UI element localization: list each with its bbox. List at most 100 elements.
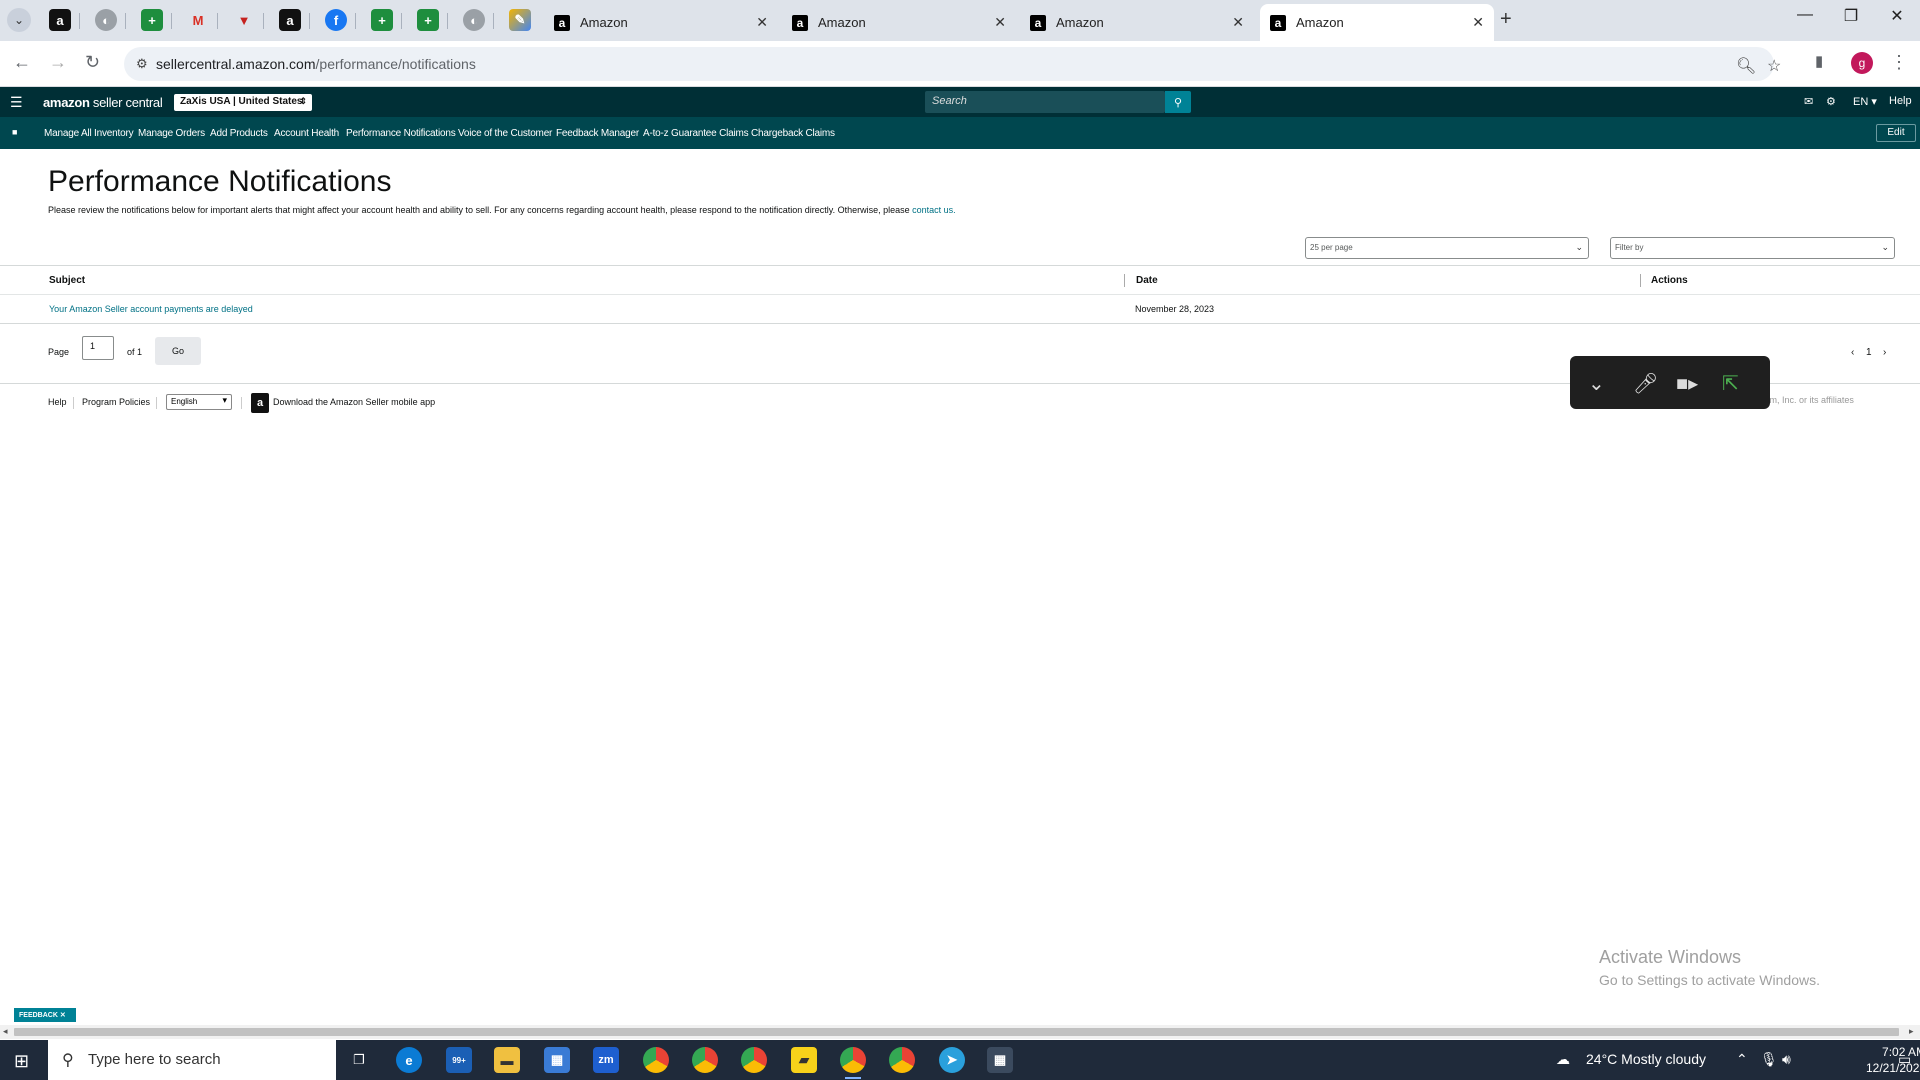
nav-voice-of-the-customer[interactable]: Voice of the Customer — [458, 128, 552, 139]
nav-manage-all-inventory[interactable]: Manage All Inventory — [44, 128, 134, 139]
profile-avatar[interactable]: g — [1851, 52, 1873, 74]
pinned-tab-amazon-icon[interactable]: a — [49, 9, 71, 31]
share-screen-icon[interactable]: ⇱ — [1722, 371, 1739, 396]
mail-app-icon[interactable]: 99+ — [446, 1047, 472, 1073]
tab-search-dropdown-icon[interactable]: ⌄ — [7, 8, 31, 32]
pinned-tab-sheets-icon-2[interactable]: + — [371, 9, 393, 31]
tab-amazon-3[interactable]: a Amazon ✕ — [1020, 4, 1254, 41]
pinned-tab-globe-icon-2[interactable]: ◐ — [463, 9, 485, 31]
pinned-tab-app-icon[interactable]: ✎ — [509, 9, 531, 31]
collapse-chevron-icon[interactable]: ⌄ — [1588, 371, 1605, 396]
weather-text[interactable]: 24°C Mostly cloudy — [1586, 1051, 1706, 1067]
nav-add-products[interactable]: Add Products — [210, 128, 268, 139]
tab-amazon-2[interactable]: a Amazon ✕ — [782, 4, 1016, 41]
footer-language-select[interactable]: English ▾ — [166, 394, 232, 410]
new-tab-icon[interactable]: + — [1500, 8, 1512, 31]
current-page-number[interactable]: 1 — [1866, 347, 1872, 358]
scroll-right-icon[interactable]: ▸ — [1909, 1026, 1914, 1037]
pinned-tab-amazon-icon-2[interactable]: a — [279, 9, 301, 31]
marketplace-switcher[interactable]: ZaXis USA | United States ⇕ — [174, 94, 312, 111]
page-number-input[interactable]: 1 — [82, 336, 114, 360]
pinned-tab-red-icon[interactable]: ▼ — [233, 9, 255, 31]
help-link[interactable]: Help — [1889, 95, 1912, 107]
file-explorer-icon[interactable]: ▬ — [494, 1047, 520, 1073]
pinned-tab-sheets-icon[interactable]: + — [141, 9, 163, 31]
camera-icon[interactable]: ■▸ — [1676, 371, 1698, 396]
edge-icon[interactable]: e — [396, 1047, 422, 1073]
chrome-icon-1[interactable] — [643, 1047, 669, 1073]
scrollbar-thumb[interactable] — [14, 1028, 1899, 1036]
footer-program-policies-link[interactable]: Program Policies — [82, 397, 150, 407]
seller-central-logo[interactable]: amazon seller central — [43, 95, 163, 110]
notification-subject-link[interactable]: Your Amazon Seller account payments are … — [49, 304, 253, 314]
filter-by-select[interactable]: Filter by ⌄ — [1610, 237, 1895, 259]
tab-amazon-1[interactable]: a Amazon ✕ — [544, 4, 778, 41]
forward-icon[interactable]: → — [49, 52, 67, 73]
back-icon[interactable]: ← — [13, 52, 31, 73]
go-button[interactable]: Go — [155, 337, 201, 365]
edit-nav-button[interactable]: Edit — [1876, 124, 1916, 142]
language-selector[interactable]: EN ▾ — [1853, 95, 1877, 108]
site-info-icon[interactable]: ⚙ — [136, 56, 152, 72]
nav-account-health[interactable]: Account Health — [274, 128, 339, 139]
pinned-tab-sheets-icon-3[interactable]: + — [417, 9, 439, 31]
contact-us-link[interactable]: contact us. — [912, 205, 956, 215]
taskbar-search-box[interactable]: ⚲ Type here to search — [48, 1040, 336, 1080]
chrome-icon-active[interactable] — [840, 1047, 866, 1079]
pinned-tab-facebook-icon[interactable]: f — [325, 9, 347, 31]
close-tab-icon[interactable]: ✕ — [994, 14, 1006, 31]
nav-performance-notifications[interactable]: Performance Notifications — [346, 128, 456, 139]
close-window-icon[interactable]: ✕ — [1874, 6, 1920, 26]
chrome-icon-4[interactable] — [889, 1047, 915, 1073]
settings-gear-icon[interactable]: ⚙ — [1826, 95, 1836, 108]
nav-a-to-z-claims[interactable]: A-to-z Guarantee Claims — [643, 128, 749, 139]
microphone-tray-icon[interactable]: 🎙︎ — [1760, 1051, 1778, 1068]
column-date[interactable]: Date — [1136, 275, 1158, 286]
volume-icon[interactable]: 🔊︎ — [1782, 1051, 1791, 1068]
telegram-icon[interactable]: ➤ — [939, 1047, 965, 1073]
column-subject[interactable]: Subject — [49, 275, 85, 286]
bookmark-icon[interactable]: ■ — [12, 127, 17, 137]
close-tab-icon[interactable]: ✕ — [1472, 14, 1484, 31]
pinned-tab-globe-icon[interactable]: ◐ — [95, 9, 117, 31]
side-panel-icon[interactable]: ▮ — [1815, 52, 1823, 70]
pinned-tab-gmail-icon[interactable]: M — [187, 9, 209, 31]
restore-icon[interactable]: ❐ — [1828, 6, 1874, 26]
scroll-left-icon[interactable]: ◂ — [3, 1026, 8, 1037]
browser-menu-icon[interactable]: ⋮ — [1890, 52, 1908, 73]
store-icon[interactable]: ▦ — [544, 1047, 570, 1073]
bookmark-star-icon[interactable]: ☆ — [1767, 56, 1781, 76]
mail-icon[interactable]: ✉ — [1804, 95, 1813, 108]
sticky-notes-icon[interactable]: ▰ — [791, 1047, 817, 1073]
chrome-icon-2[interactable] — [692, 1047, 718, 1073]
search-button-icon[interactable]: ⚲ — [1165, 91, 1191, 113]
windows-start-icon[interactable]: ⊞ — [14, 1051, 29, 1072]
nav-manage-orders[interactable]: Manage Orders — [138, 128, 205, 139]
zoom-app-icon[interactable]: zm — [593, 1047, 619, 1073]
download-app-link[interactable]: Download the Amazon Seller mobile app — [273, 397, 435, 407]
chrome-icon-3[interactable] — [741, 1047, 767, 1073]
calculator-icon[interactable]: ▦ — [987, 1047, 1013, 1073]
nav-chargeback-claims[interactable]: Chargeback Claims — [751, 128, 835, 139]
horizontal-scrollbar[interactable]: ◂ ▸ — [0, 1025, 1920, 1039]
address-bar[interactable]: ⚙ sellercentral.amazon.com/performance/n… — [124, 47, 1781, 81]
close-tab-icon[interactable]: ✕ — [1232, 14, 1244, 31]
per-page-select[interactable]: 25 per page ⌄ — [1305, 237, 1589, 259]
search-input[interactable]: Search — [925, 91, 1165, 113]
next-page-icon[interactable]: › — [1883, 347, 1886, 358]
minimize-icon[interactable]: — — [1782, 6, 1828, 24]
feedback-button[interactable]: FEEDBACK ✕ — [14, 1008, 76, 1022]
footer-help-link[interactable]: Help — [48, 397, 67, 407]
tab-amazon-active[interactable]: a Amazon ✕ — [1260, 4, 1494, 41]
zoom-icon[interactable]: 🔍︎ — [1736, 56, 1756, 76]
notifications-icon[interactable]: ▭ — [1898, 1051, 1911, 1068]
previous-page-icon[interactable]: ‹ — [1851, 347, 1854, 358]
close-tab-icon[interactable]: ✕ — [756, 14, 768, 31]
show-hidden-icons-chevron-icon[interactable]: ⌃ — [1736, 1051, 1748, 1068]
mute-microphone-icon[interactable]: 🎤︎ — [1633, 371, 1658, 396]
hamburger-menu-icon[interactable]: ☰ — [10, 94, 23, 111]
system-clock[interactable]: 7:02 AM 12/21/2023 — [1866, 1044, 1920, 1076]
task-view-icon[interactable]: ❐ — [346, 1047, 372, 1073]
nav-feedback-manager[interactable]: Feedback Manager — [556, 128, 639, 139]
reload-icon[interactable]: ↻ — [85, 52, 100, 73]
